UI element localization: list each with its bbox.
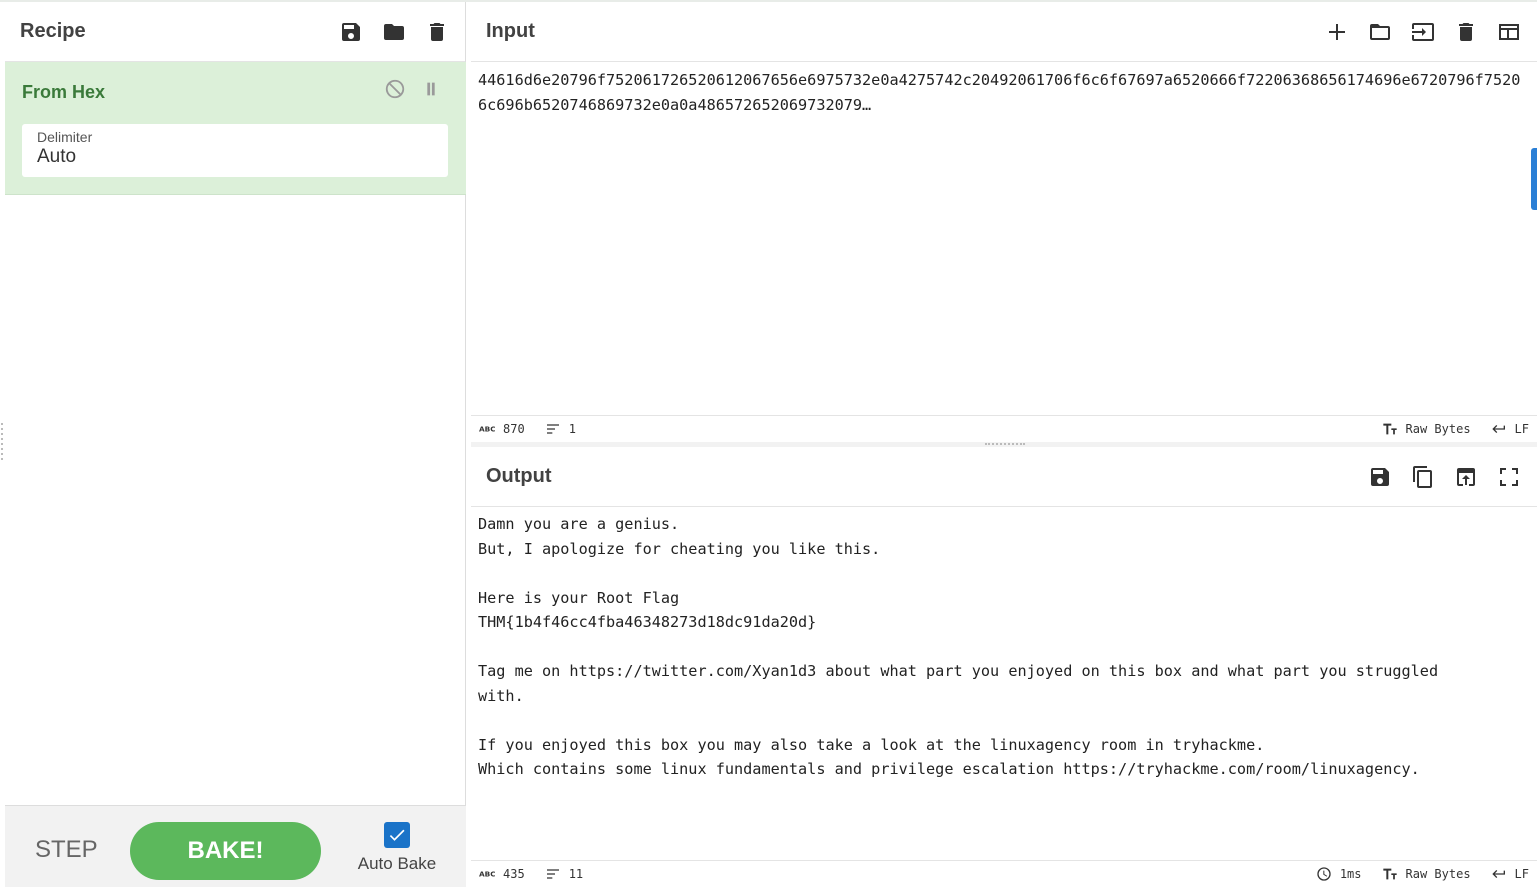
output-title: Output bbox=[486, 465, 552, 487]
step-button[interactable]: STEP bbox=[35, 836, 98, 864]
add-input-button[interactable] bbox=[1322, 17, 1351, 46]
trash-icon bbox=[429, 22, 444, 41]
output-length: 435 bbox=[503, 867, 525, 881]
svg-text:ABC: ABC bbox=[479, 425, 495, 434]
output-time-stat: 1ms bbox=[1316, 866, 1362, 882]
disable-icon[interactable] bbox=[384, 78, 406, 100]
reset-layout-button[interactable] bbox=[1494, 17, 1523, 46]
input-encoding-selector[interactable]: Raw Bytes bbox=[1382, 421, 1471, 437]
pause-icon[interactable] bbox=[420, 78, 442, 100]
open-file-button[interactable] bbox=[1365, 17, 1394, 46]
bake-button[interactable]: BAKE! bbox=[130, 822, 321, 880]
input-encoding: Raw Bytes bbox=[1405, 422, 1471, 436]
open-folder-button[interactable] bbox=[1408, 17, 1437, 46]
copy-icon bbox=[1412, 465, 1432, 488]
folder-icon bbox=[1369, 23, 1390, 40]
import-icon bbox=[1411, 22, 1434, 41]
recipe-toolbar bbox=[336, 17, 451, 46]
lines-icon bbox=[546, 424, 559, 434]
input-lines-stat: 1 bbox=[545, 421, 576, 437]
plus-icon bbox=[1328, 23, 1345, 40]
folder-icon bbox=[383, 23, 404, 40]
text-size-icon bbox=[1382, 868, 1397, 880]
output-eol-selector[interactable]: LF bbox=[1491, 866, 1529, 882]
input-eol: LF bbox=[1514, 422, 1529, 436]
output-toolbar bbox=[1365, 462, 1523, 491]
abc-icon: ABC bbox=[479, 425, 495, 434]
replace-input-button[interactable] bbox=[1451, 462, 1480, 491]
input-eol-selector[interactable]: LF bbox=[1491, 421, 1529, 437]
delimiter-value[interactable]: Auto bbox=[37, 146, 433, 168]
output-length-stat: ABC 435 bbox=[479, 866, 525, 882]
output-lines-stat: 11 bbox=[545, 866, 583, 882]
output-time: 1ms bbox=[1339, 867, 1362, 881]
input-title: Input bbox=[486, 20, 535, 42]
input-lines: 1 bbox=[568, 422, 576, 436]
auto-bake-checkbox[interactable] bbox=[384, 822, 410, 848]
save-icon bbox=[1370, 467, 1389, 486]
trash-icon bbox=[1458, 22, 1473, 41]
return-icon bbox=[1491, 870, 1505, 878]
abc-icon: ABC bbox=[479, 870, 495, 879]
clear-input-button[interactable] bbox=[1451, 17, 1480, 46]
text-size-icon bbox=[1382, 423, 1397, 435]
maximize-output-button[interactable] bbox=[1494, 462, 1523, 491]
clock-icon bbox=[1317, 867, 1331, 881]
input-length-stat: ABC 870 bbox=[479, 421, 525, 437]
input-header: Input bbox=[471, 2, 1537, 62]
bake-controls: STEP BAKE! Auto Bake bbox=[5, 805, 466, 887]
copy-output-button[interactable] bbox=[1408, 462, 1437, 491]
layout-icon bbox=[1498, 23, 1519, 40]
load-recipe-button[interactable] bbox=[379, 17, 408, 46]
auto-bake-toggle[interactable]: Auto Bake bbox=[357, 822, 437, 874]
lines-icon bbox=[546, 869, 559, 879]
output-lines: 11 bbox=[568, 867, 584, 881]
replace-input-icon bbox=[1456, 467, 1475, 486]
clear-recipe-button[interactable] bbox=[422, 17, 451, 46]
input-scrollbar[interactable] bbox=[1531, 148, 1537, 210]
save-output-button[interactable] bbox=[1365, 462, 1394, 491]
input-toolbar bbox=[1322, 17, 1523, 46]
output-encoding-selector[interactable]: Raw Bytes bbox=[1382, 866, 1471, 882]
output-text[interactable]: Damn you are a genius. But, I apologize … bbox=[478, 512, 1529, 782]
save-icon bbox=[341, 22, 360, 41]
output-encoding: Raw Bytes bbox=[1405, 867, 1471, 881]
input-status-bar: ABC 870 1 Raw Bytes LF bbox=[471, 415, 1537, 442]
svg-text:ABC: ABC bbox=[479, 870, 495, 879]
maximize-icon bbox=[1499, 467, 1518, 486]
return-icon bbox=[1491, 425, 1505, 433]
output-header: Output bbox=[471, 447, 1537, 507]
input-pane: Input 44616d6e20796f75206172652061206765… bbox=[471, 2, 1537, 442]
input-textarea[interactable]: 44616d6e20796f752061726520612067656e6975… bbox=[478, 68, 1529, 117]
operation-title: From Hex bbox=[22, 82, 106, 102]
save-recipe-button[interactable] bbox=[336, 17, 365, 46]
input-length: 870 bbox=[503, 422, 525, 436]
output-pane: Output Damn you are a genius. But, I apo… bbox=[471, 447, 1537, 887]
recipe-panel: Recipe From Hex Delimiter Auto STEP BAKE… bbox=[5, 2, 466, 887]
recipe-title: Recipe bbox=[20, 20, 86, 42]
checkmark-icon bbox=[389, 829, 405, 841]
output-status-bar: ABC 435 11 1ms Raw Bytes LF bbox=[471, 860, 1537, 887]
auto-bake-label: Auto Bake bbox=[357, 854, 437, 873]
recipe-header: Recipe bbox=[5, 2, 465, 62]
output-eol: LF bbox=[1514, 867, 1529, 881]
delimiter-field[interactable]: Delimiter Auto bbox=[22, 124, 448, 177]
panel-resizer[interactable] bbox=[0, 420, 4, 465]
operation-from-hex[interactable]: From Hex Delimiter Auto bbox=[5, 62, 466, 195]
delimiter-label: Delimiter bbox=[37, 129, 93, 145]
operation-controls bbox=[384, 78, 442, 100]
